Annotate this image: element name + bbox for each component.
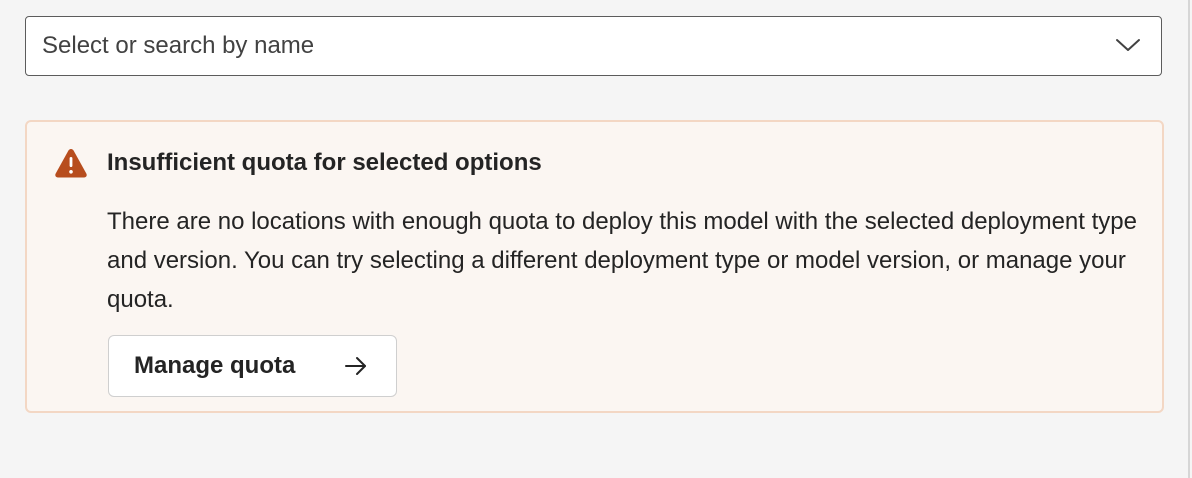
arrow-right-icon (345, 357, 366, 375)
alert-title: Insufficient quota for selected options (107, 149, 542, 176)
model-select-dropdown[interactable] (25, 16, 1162, 76)
model-search-input[interactable] (42, 17, 1102, 74)
chevron-down-icon[interactable] (1115, 35, 1141, 55)
insufficient-quota-alert: Insufficient quota for selected options … (25, 120, 1164, 413)
alert-message: There are no locations with enough quota… (107, 208, 1137, 313)
deployment-panel: Insufficient quota for selected options … (0, 0, 1190, 478)
manage-quota-button[interactable]: Manage quota (108, 335, 397, 397)
manage-quota-label: Manage quota (134, 352, 296, 379)
warning-triangle-icon (55, 149, 87, 178)
